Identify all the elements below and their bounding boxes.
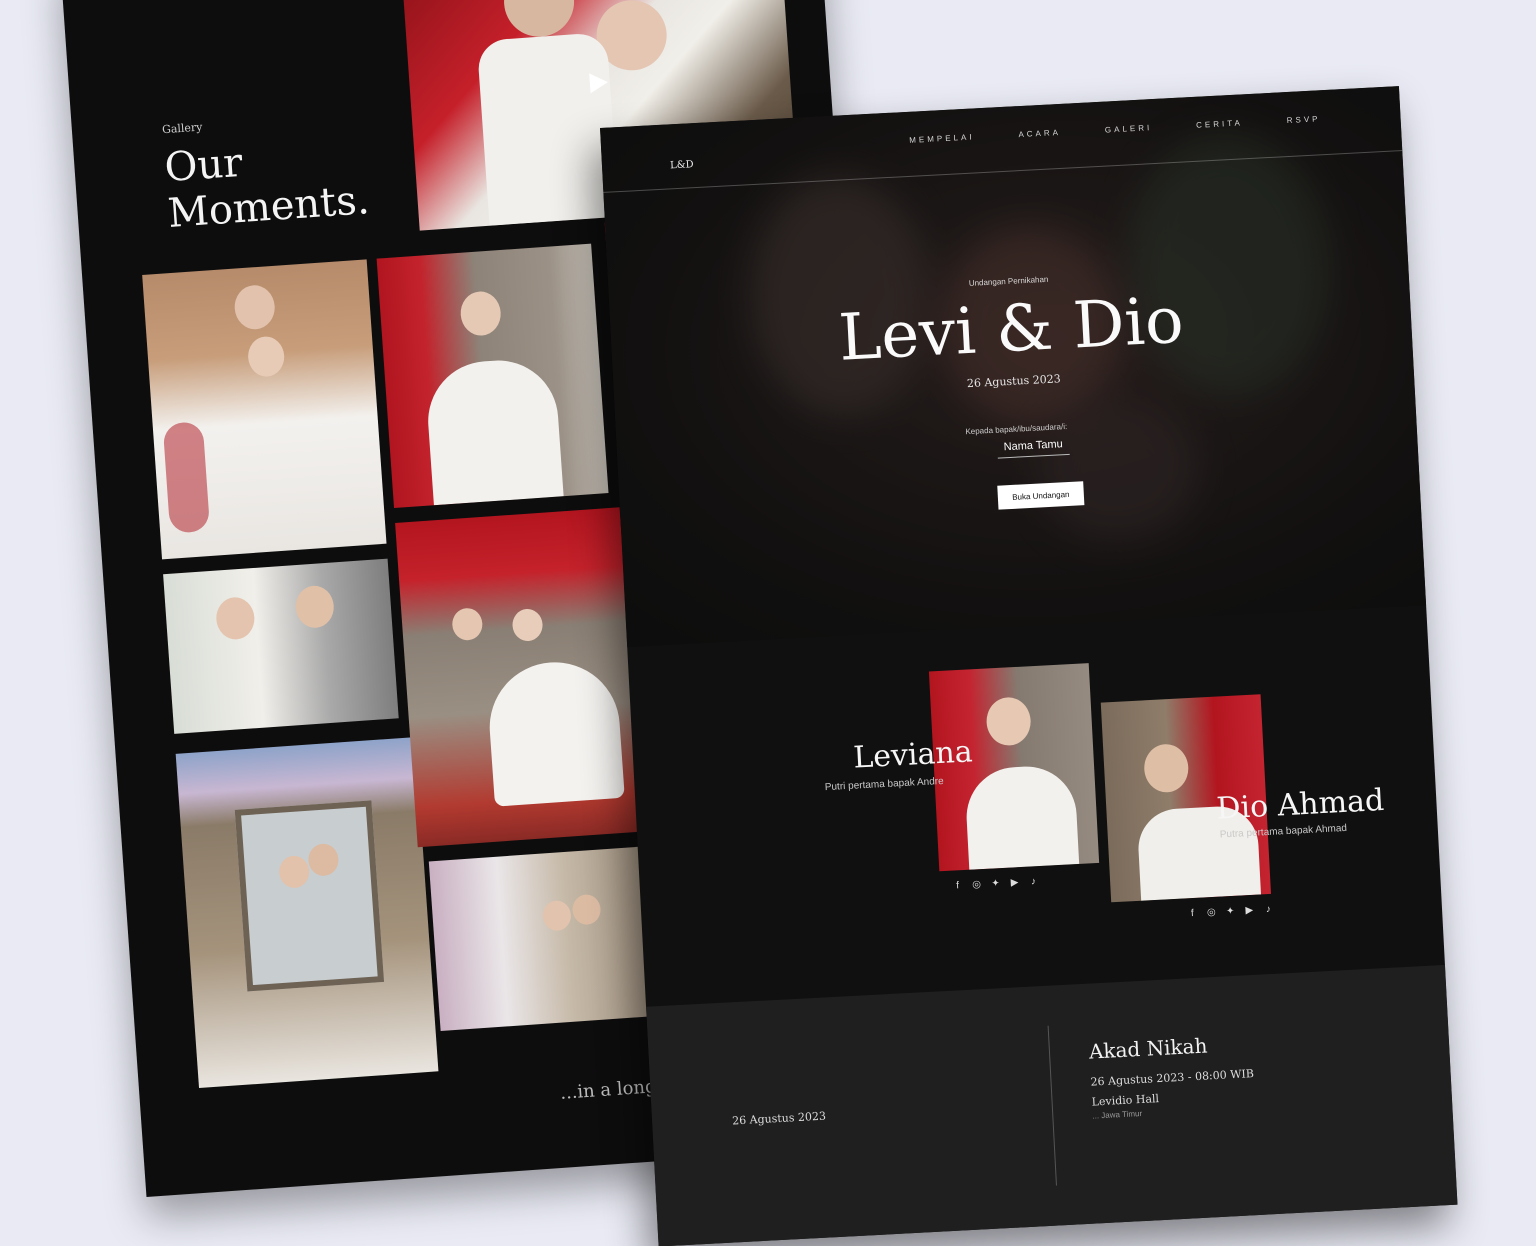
youtube-icon[interactable]: ▶	[1009, 877, 1021, 889]
gallery-title: Our Moments.	[163, 139, 371, 238]
event-title: Akad Nikah	[1088, 1033, 1208, 1064]
play-icon[interactable]	[589, 72, 609, 94]
nav-item-galeri[interactable]: GALERI	[1105, 123, 1153, 134]
site-logo[interactable]: L&D	[670, 159, 694, 171]
event-section: 26 Agustus 2023 Akad Nikah 26 Agustus 20…	[646, 964, 1458, 1246]
event-address: ... Jawa Timur	[1092, 1108, 1143, 1121]
invitation-page: L&D MEMPELAI ACARA GALERI CERITA RSVP Un…	[600, 86, 1458, 1246]
event-venue: Levidio Hall	[1091, 1092, 1160, 1109]
tiktok-icon[interactable]: ♪	[1028, 876, 1040, 888]
bride-name: Leviana	[852, 734, 974, 776]
groom-socials: f ◎ ✦ ▶ ♪	[1187, 904, 1274, 920]
gallery-photo-3[interactable]	[175, 737, 439, 1089]
gallery-photo-1[interactable]	[142, 259, 387, 560]
instagram-icon[interactable]: ◎	[1206, 907, 1218, 919]
nav-menu: MEMPELAI ACARA GALERI CERITA RSVP	[909, 114, 1321, 145]
open-invitation-button[interactable]: Buka Undangan	[997, 481, 1085, 510]
gallery-photo-6[interactable]	[428, 845, 666, 1032]
groom-name: Dio Ahmad	[1215, 782, 1385, 827]
bride-subtitle: Putri pertama bapak Andre	[824, 775, 944, 794]
nav-item-mempelai[interactable]: MEMPELAI	[909, 132, 975, 144]
event-date-left: 26 Agustus 2023	[731, 1109, 827, 1128]
nav-item-acara[interactable]: ACARA	[1018, 128, 1061, 139]
youtube-icon[interactable]: ▶	[1244, 905, 1256, 917]
event-time: 26 Agustus 2023 - 08:00 WIB	[1090, 1067, 1255, 1089]
instagram-icon[interactable]: ◎	[971, 879, 983, 891]
facebook-icon[interactable]: f	[1187, 908, 1199, 920]
twitter-icon[interactable]: ✦	[1225, 906, 1237, 918]
gallery-photo-2[interactable]	[163, 558, 399, 734]
gallery-photo-5[interactable]	[395, 507, 643, 848]
nav-item-cerita[interactable]: CERITA	[1196, 118, 1243, 129]
event-divider	[1047, 1025, 1057, 1186]
facebook-icon[interactable]: f	[952, 880, 964, 892]
twitter-icon[interactable]: ✦	[990, 878, 1002, 890]
bride-socials: f ◎ ✦ ▶ ♪	[952, 876, 1039, 892]
nav-item-rsvp[interactable]: RSVP	[1287, 114, 1321, 125]
tiktok-icon[interactable]: ♪	[1263, 904, 1275, 916]
gallery-photo-4[interactable]	[376, 243, 609, 509]
gallery-label: Gallery	[161, 120, 203, 137]
